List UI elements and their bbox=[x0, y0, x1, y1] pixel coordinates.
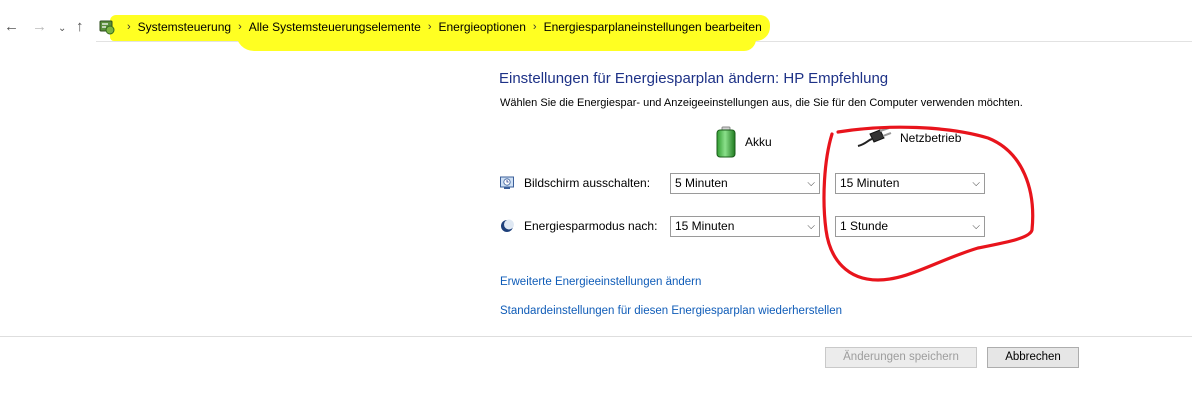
breadcrumb: › Systemsteuerung › Alle Systemsteuerung… bbox=[120, 13, 762, 41]
page-title: Einstellungen für Energiesparplan ändern… bbox=[499, 70, 889, 87]
red-annotation-circle bbox=[822, 125, 1035, 282]
chevron-down-icon: ⌵ bbox=[807, 178, 815, 189]
up-button[interactable]: ↑ bbox=[76, 18, 84, 36]
display-off-label: Bildschirm ausschalten: bbox=[524, 176, 651, 190]
battery-icon bbox=[716, 126, 736, 158]
display-off-battery-value: 5 Minuten bbox=[675, 176, 728, 190]
sleep-battery-value: 15 Minuten bbox=[675, 219, 735, 233]
moon-icon bbox=[501, 219, 514, 232]
column-header-battery: Akku bbox=[715, 126, 772, 158]
page-subtitle: Wählen Sie die Energiespar- und Anzeigee… bbox=[500, 97, 1023, 109]
breadcrumb-item-systemsteuerung[interactable]: Systemsteuerung bbox=[138, 20, 231, 34]
cancel-button[interactable]: Abbrechen bbox=[987, 347, 1079, 368]
breadcrumb-item-all-items[interactable]: Alle Systemsteuerungselemente bbox=[249, 20, 421, 34]
display-off-battery-select[interactable]: 5 Minuten ⌵ bbox=[670, 173, 820, 194]
sleep-battery-select[interactable]: 15 Minuten ⌵ bbox=[670, 216, 820, 237]
advanced-settings-link[interactable]: Erweiterte Energieeinstellungen ändern bbox=[500, 276, 701, 288]
sleep-label: Energiesparmodus nach: bbox=[524, 219, 658, 233]
chevron-down-icon: ⌵ bbox=[807, 221, 815, 232]
breadcrumb-item-current[interactable]: Energiesparplaneinstellungen bearbeiten bbox=[544, 20, 762, 34]
breadcrumb-item-energieoptionen[interactable]: Energieoptionen bbox=[439, 20, 526, 34]
monitor-clock-icon bbox=[500, 176, 514, 189]
chevron-right-icon[interactable]: › bbox=[533, 21, 537, 33]
save-changes-button[interactable]: Änderungen speichern bbox=[825, 347, 977, 368]
chevron-right-icon[interactable]: › bbox=[238, 21, 242, 33]
back-button[interactable]: ← bbox=[4, 18, 19, 36]
chevron-right-icon[interactable]: › bbox=[428, 21, 432, 33]
control-panel-icon bbox=[99, 20, 115, 35]
footer-divider bbox=[0, 336, 1192, 337]
chevron-right-icon: › bbox=[127, 21, 131, 33]
address-bar[interactable]: › Systemsteuerung › Alle Systemsteuerung… bbox=[96, 13, 1192, 51]
restore-defaults-link[interactable]: Standardeinstellungen für diesen Energie… bbox=[500, 305, 842, 317]
forward-button[interactable]: → bbox=[32, 18, 47, 36]
recent-locations-icon[interactable]: ⌄ bbox=[58, 20, 66, 38]
battery-label: Akku bbox=[745, 135, 772, 149]
